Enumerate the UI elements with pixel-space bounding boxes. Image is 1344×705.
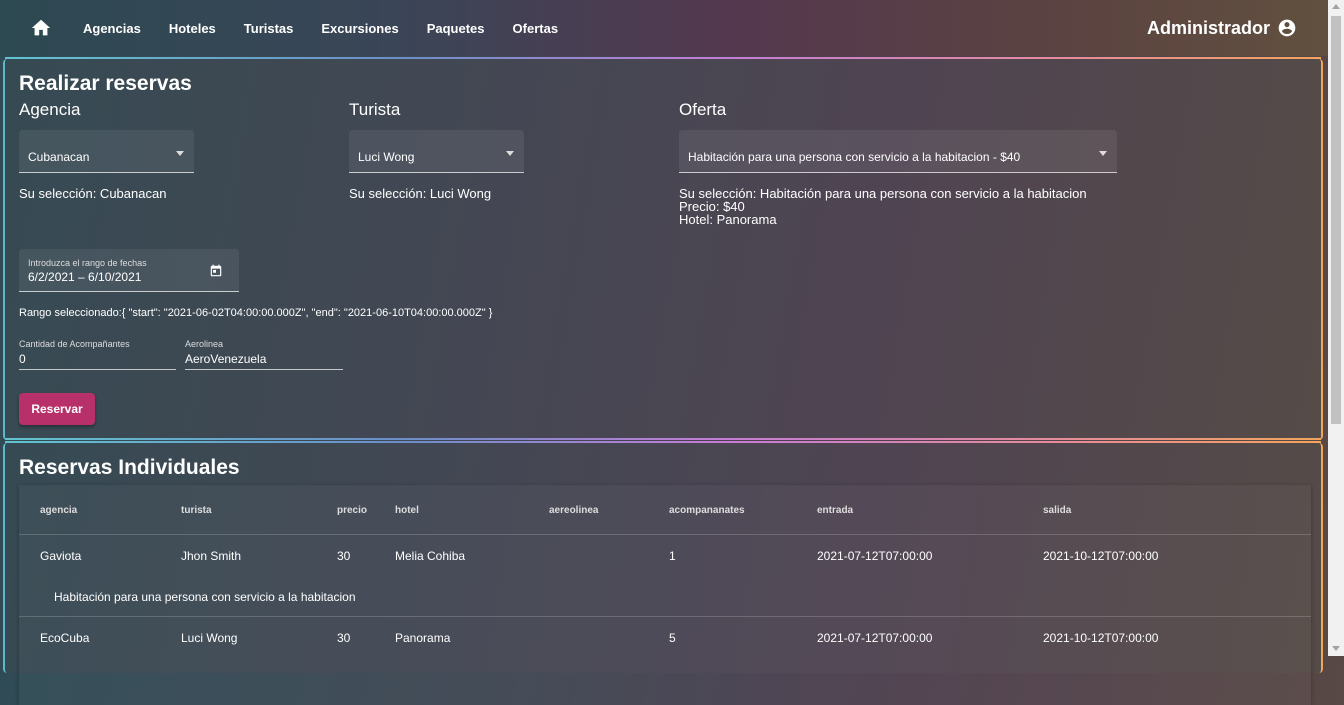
cell-precio: 30: [337, 631, 351, 645]
cell-salida: 2021-10-12T07:00:00: [1043, 549, 1159, 563]
card-top-border: [5, 57, 1321, 59]
cell-turista: Jhon Smith: [181, 549, 242, 563]
nav-link-turistas[interactable]: Turistas: [230, 21, 308, 36]
column-header-turista[interactable]: turista: [181, 505, 212, 516]
scroll-thumb[interactable]: [1331, 16, 1341, 424]
acompanantes-label: Cantidad de Acompañantes: [19, 339, 130, 349]
column-header-hotel[interactable]: hotel: [395, 505, 419, 516]
oferta-select[interactable]: Habitación para una persona con servicio…: [679, 130, 1117, 173]
home-icon[interactable]: [30, 17, 52, 39]
column-header-agencia[interactable]: agencia: [40, 505, 77, 516]
header-divider: [19, 534, 1311, 535]
nav-link-hoteles[interactable]: Hoteles: [155, 21, 230, 36]
card-bottom-border: [5, 438, 1321, 440]
agencia-seleccion: Su selección: Cubanacan: [19, 186, 167, 201]
oferta-label: Oferta: [679, 100, 727, 119]
cell-turista: Luci Wong: [181, 631, 238, 645]
column-header-entrada[interactable]: entrada: [817, 505, 853, 516]
turista-seleccion: Su selección: Luci Wong: [349, 186, 492, 201]
reservas-individuales-card: Reservas Individuales agencia turista pr…: [3, 441, 1323, 673]
turista-label: Turista: [349, 100, 401, 119]
date-range-value: 6/2/2021 – 6/10/2021: [28, 270, 142, 284]
oferta-hotel: Hotel: Panorama: [679, 212, 777, 227]
column-header-salida[interactable]: salida: [1043, 505, 1071, 516]
acompanantes-value[interactable]: 0: [19, 352, 26, 366]
acompanantes-field[interactable]: Cantidad de Acompañantes 0: [19, 339, 176, 370]
column-header-acompanantes[interactable]: acompananates: [669, 505, 745, 516]
reservation-form-card: Realizar reservas Agencia Cubanacan Su s…: [3, 57, 1323, 440]
aerolinea-field[interactable]: Aerolinea AeroVenezuela: [185, 339, 343, 370]
chevron-down-icon: [506, 151, 514, 156]
page-title: Realizar reservas: [19, 72, 192, 95]
cell-entrada: 2021-07-12T07:00:00: [817, 631, 933, 645]
nav-links: Agencias Hoteles Turistas Excursiones Pa…: [69, 0, 572, 56]
date-range-field[interactable]: Introduzca el rango de fechas 6/2/2021 –…: [19, 249, 239, 292]
account-circle-icon[interactable]: [1277, 18, 1297, 38]
aerolinea-value[interactable]: AeroVenezuela: [185, 352, 266, 366]
date-range-label: Introduzca el rango de fechas: [28, 258, 147, 268]
cell-hotel: Melia Cohiba: [395, 549, 466, 563]
cell-hotel: Panorama: [395, 631, 451, 645]
row-detail: Habitación para una persona con servicio…: [54, 590, 356, 604]
top-navbar: Agencias Hoteles Turistas Excursiones Pa…: [0, 0, 1328, 56]
scroll-down-arrow-icon[interactable]: [1332, 646, 1340, 651]
column-header-precio[interactable]: precio: [337, 505, 367, 516]
nav-link-excursiones[interactable]: Excursiones: [307, 21, 412, 36]
reservas-table: agencia turista precio hotel aereolinea …: [19, 485, 1311, 705]
calendar-icon[interactable]: [209, 264, 223, 278]
card-top-border: [5, 441, 1321, 443]
nav-link-paquetes[interactable]: Paquetes: [413, 21, 499, 36]
oferta-select-value: Habitación para una persona con servicio…: [688, 150, 1021, 164]
row-divider: [19, 616, 1311, 617]
cell-entrada: 2021-07-12T07:00:00: [817, 549, 933, 563]
user-name: Administrador: [1147, 18, 1271, 38]
agencia-select-value: Cubanacan: [28, 150, 90, 164]
turista-select-value: Luci Wong: [358, 150, 415, 164]
chevron-down-icon: [1099, 151, 1107, 156]
agencia-select[interactable]: Cubanacan: [19, 130, 194, 173]
turista-select[interactable]: Luci Wong: [349, 130, 524, 173]
agencia-label: Agencia: [19, 100, 81, 119]
cell-precio: 30: [337, 549, 351, 563]
cell-acompanantes: 5: [669, 631, 676, 645]
aerolinea-label: Aerolinea: [185, 339, 224, 349]
cell-acompanantes: 1: [669, 549, 676, 563]
rango-seleccionado: Rango seleccionado:{ "start": "2021-06-0…: [19, 307, 493, 319]
cell-salida: 2021-10-12T07:00:00: [1043, 631, 1159, 645]
chevron-down-icon: [176, 151, 184, 156]
scroll-up-arrow-icon[interactable]: [1332, 4, 1340, 9]
cell-agencia: EcoCuba: [40, 631, 90, 645]
nav-link-agencias[interactable]: Agencias: [69, 21, 155, 36]
section-title: Reservas Individuales: [19, 456, 240, 479]
cell-agencia: Gaviota: [40, 549, 82, 563]
column-header-aereolinea[interactable]: aereolinea: [549, 505, 598, 516]
reservar-button[interactable]: Reservar: [19, 393, 95, 425]
nav-link-ofertas[interactable]: Ofertas: [499, 21, 573, 36]
